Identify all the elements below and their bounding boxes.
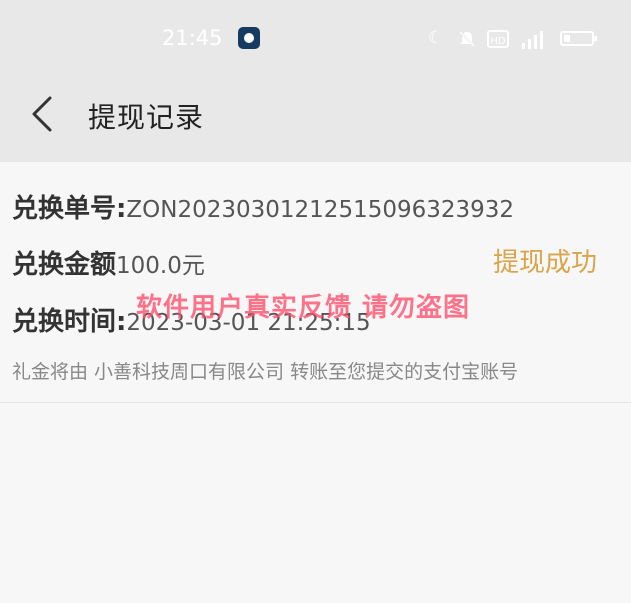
header: 21:45 ☾ HD 提现记录 bbox=[0, 0, 631, 162]
amount-row: 兑换金额100.0元 bbox=[12, 244, 205, 281]
withdrawal-record: 兑换单号:ZON20230301212515096323932 兑换金额100.… bbox=[0, 162, 631, 403]
watermark: 软件用户真实反馈 请勿盗图 bbox=[136, 293, 471, 323]
page-title: 提现记录 bbox=[88, 101, 205, 134]
time-label: 兑换时间: bbox=[12, 307, 127, 337]
battery-icon bbox=[560, 31, 597, 46]
svg-text:HD: HD bbox=[490, 36, 506, 47]
moon-icon: ☾ bbox=[428, 28, 444, 48]
order-number-value: ZON20230301212515096323932 bbox=[126, 197, 515, 223]
withdrawal-status: 提现成功 bbox=[493, 248, 598, 278]
status-bar: 21:45 ☾ HD bbox=[0, 22, 631, 58]
amount-value: 100.0元 bbox=[116, 253, 205, 279]
back-button[interactable] bbox=[22, 94, 62, 134]
transfer-note: 礼金将由 小善科技周口有限公司 转账至您提交的支付宝账号 bbox=[12, 361, 519, 383]
status-time: 21:45 bbox=[162, 26, 223, 50]
order-number-row: 兑换单号:ZON20230301212515096323932 bbox=[12, 188, 514, 225]
hd-icon: HD bbox=[487, 30, 509, 48]
app-notification-icon bbox=[238, 27, 260, 49]
amount-label: 兑换金额 bbox=[12, 250, 117, 280]
signal-icon bbox=[522, 29, 550, 49]
bell-muted-icon bbox=[459, 31, 475, 47]
order-number-label: 兑换单号: bbox=[12, 194, 127, 224]
